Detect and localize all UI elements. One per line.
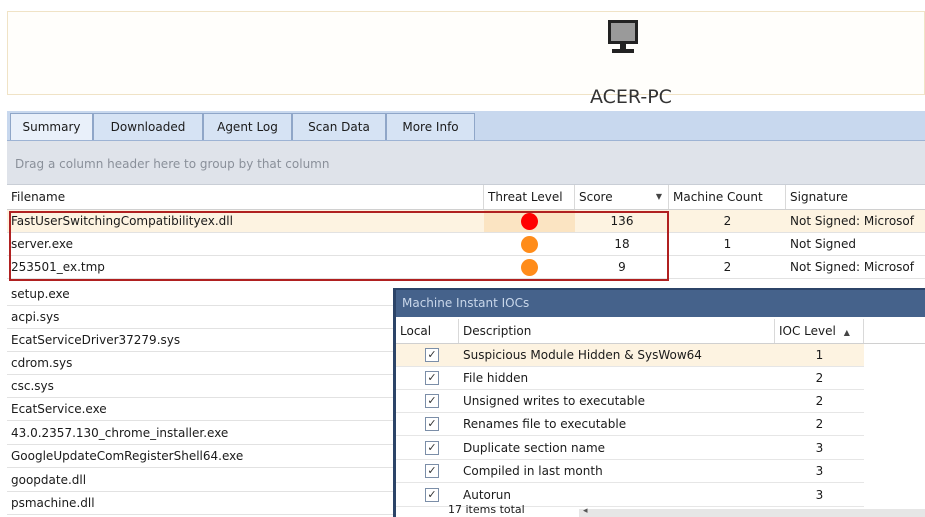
cell-threat-level (484, 210, 575, 232)
cell-filename: GoogleUpdateComRegisterShell64.exe (11, 449, 244, 463)
ioc-level: 2 (815, 394, 824, 408)
tab-downloaded[interactable]: Downloaded (93, 113, 203, 140)
cell-score: 9 (618, 260, 626, 274)
column-machine-count[interactable]: Machine Count (669, 185, 786, 209)
threat-indicator-icon (521, 259, 538, 276)
cell-machine-count: 2 (723, 214, 732, 228)
ioc-level: 2 (815, 417, 824, 431)
sort-asc-icon: ▲ (843, 328, 850, 337)
ioc-description: Suspicious Module Hidden & SysWow64 (463, 348, 702, 362)
ioc-level: 2 (815, 371, 824, 385)
local-checkbox[interactable]: ✓ (425, 371, 439, 385)
ioc-items-total: 17 items total (448, 503, 525, 516)
column-threat-level[interactable]: Threat Level (484, 185, 575, 209)
cell-signature: Not Signed: Microsof (790, 260, 914, 274)
local-checkbox[interactable]: ✓ (425, 348, 439, 362)
cell-signature: Not Signed: Microsof (790, 214, 914, 228)
ioc-row[interactable]: ✓ Unsigned writes to executable 2 (396, 390, 864, 413)
ioc-level: 1 (815, 348, 824, 362)
sort-desc-icon: ▼ (655, 192, 662, 201)
cell-filename: 43.0.2357.130_chrome_installer.exe (11, 426, 229, 440)
column-score-label: Score (579, 190, 613, 204)
scroll-left-icon[interactable]: ◂ (583, 506, 588, 516)
cell-filename: acpi.sys (11, 310, 60, 324)
local-checkbox[interactable]: ✓ (425, 441, 439, 455)
tab-summary[interactable]: Summary (10, 113, 93, 140)
group-by-panel[interactable]: Drag a column header here to group by th… (7, 141, 925, 185)
table-row[interactable]: FastUserSwitchingCompatibilityex.dll 136… (7, 210, 925, 233)
cell-score: 136 (610, 214, 634, 228)
cell-filename: setup.exe (11, 287, 70, 301)
tab-agent-log[interactable]: Agent Log (203, 113, 292, 140)
ioc-description: Renames file to executable (463, 417, 627, 431)
local-checkbox[interactable]: ✓ (425, 488, 439, 502)
machine-header: ACER-PC (7, 11, 925, 108)
ioc-column-local[interactable]: Local (396, 319, 459, 343)
local-checkbox[interactable]: ✓ (425, 394, 439, 408)
tab-bar: Summary Downloaded Agent Log Scan Data M… (7, 111, 925, 141)
cell-filename: psmachine.dll (11, 496, 95, 510)
file-grid-header: Filename Threat Level Score ▼ Machine Co… (7, 185, 925, 210)
ioc-description: File hidden (463, 371, 529, 385)
cell-filename: EcatServiceDriver37279.sys (11, 333, 181, 347)
ioc-row[interactable]: ✓ Renames file to executable 2 (396, 413, 864, 436)
local-checkbox[interactable]: ✓ (425, 464, 439, 478)
ioc-column-level[interactable]: IOC Level ▲ (775, 319, 864, 343)
ioc-row[interactable]: ✓ File hidden 2 (396, 367, 864, 390)
ioc-description: Duplicate section name (463, 441, 606, 455)
ioc-column-level-label: IOC Level (779, 324, 836, 338)
table-row[interactable]: server.exe 18 1 Not Signed (7, 233, 925, 256)
cell-filename: csc.sys (11, 379, 54, 393)
ioc-column-description[interactable]: Description (459, 319, 775, 343)
tab-more-info[interactable]: More Info (386, 113, 475, 140)
column-signature[interactable]: Signature (786, 185, 925, 209)
ioc-panel-title[interactable]: Machine Instant IOCs (396, 290, 925, 317)
ioc-row[interactable]: ✓ Duplicate section name 3 (396, 437, 864, 460)
column-filename[interactable]: Filename (7, 185, 484, 209)
column-score[interactable]: Score ▼ (575, 185, 669, 209)
tab-scan-data[interactable]: Scan Data (292, 113, 386, 140)
cell-filename: 253501_ex.tmp (11, 260, 105, 274)
cell-filename: goopdate.dll (11, 473, 87, 487)
threat-indicator-icon (521, 213, 538, 230)
cell-filename: cdrom.sys (11, 356, 73, 370)
cell-score: 18 (614, 237, 630, 251)
cell-filename: EcatService.exe (11, 402, 107, 416)
threat-indicator-icon (521, 236, 538, 253)
cell-threat-level (484, 256, 575, 278)
table-row[interactable]: 253501_ex.tmp 9 2 Not Signed: Microsof (7, 256, 925, 279)
cell-filename: server.exe (11, 237, 73, 251)
monitor-icon (608, 20, 638, 53)
ioc-description: Compiled in last month (463, 464, 603, 478)
ioc-row[interactable]: ✓ Suspicious Module Hidden & SysWow64 1 (396, 344, 864, 367)
ioc-level: 3 (815, 488, 824, 502)
machine-ioc-panel: Machine Instant IOCs Local Description I… (393, 288, 925, 517)
ioc-description: Unsigned writes to executable (463, 394, 645, 408)
ioc-level: 3 (815, 464, 824, 478)
cell-machine-count: 2 (723, 260, 732, 274)
cell-machine-count: 1 (723, 237, 732, 251)
cell-threat-level (484, 233, 575, 255)
machine-name: ACER-PC (590, 86, 672, 108)
horizontal-scrollbar[interactable]: ◂ (579, 506, 925, 517)
group-by-hint: Drag a column header here to group by th… (15, 157, 330, 171)
ioc-row[interactable]: ✓ Compiled in last month 3 (396, 460, 864, 483)
cell-signature: Not Signed (790, 237, 857, 251)
cell-filename: FastUserSwitchingCompatibilityex.dll (11, 214, 233, 228)
ioc-grid-header: Local Description IOC Level ▲ (396, 319, 925, 344)
ioc-level: 3 (815, 441, 824, 455)
local-checkbox[interactable]: ✓ (425, 417, 439, 431)
